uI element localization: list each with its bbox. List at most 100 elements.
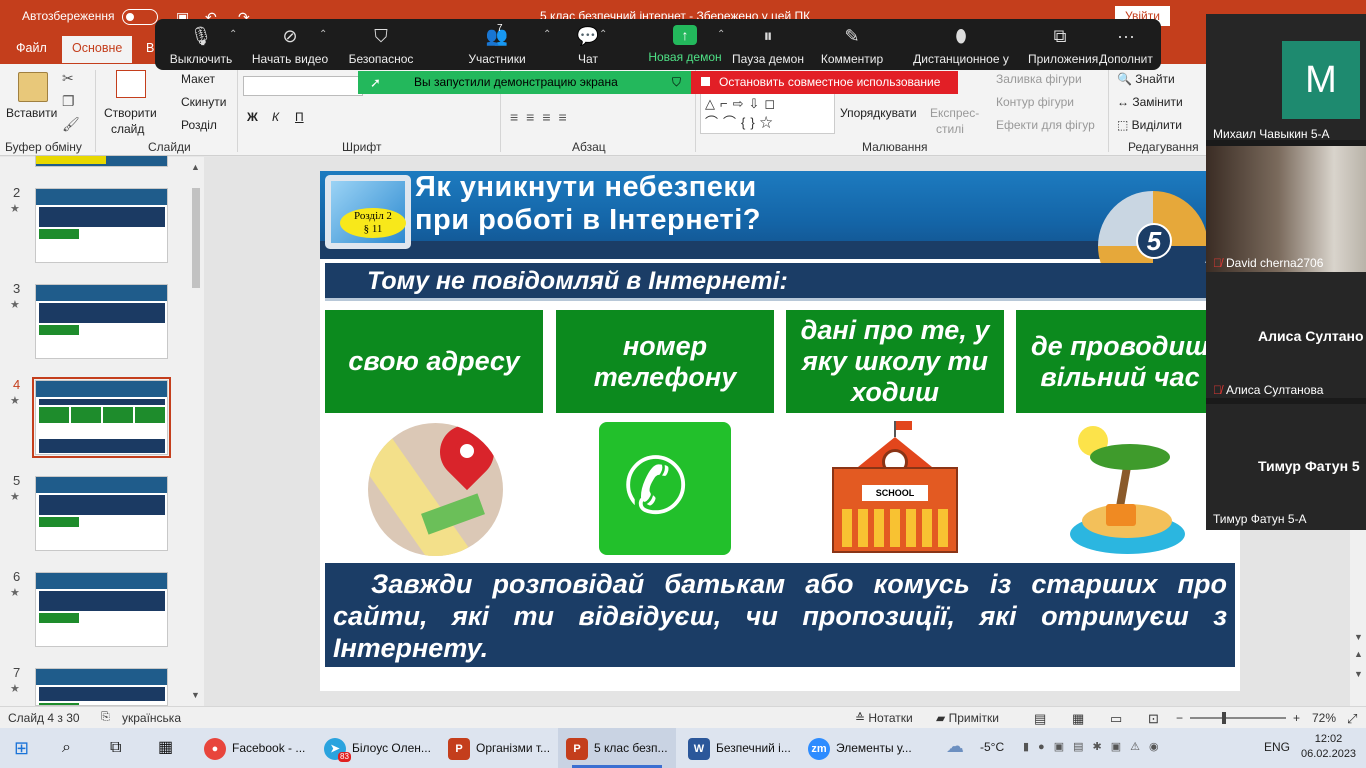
- slideshow-icon[interactable]: ⊡: [1148, 711, 1159, 727]
- quick-styles-button-2[interactable]: стилі: [936, 122, 964, 136]
- zoom-button-label: Комментир: [820, 52, 884, 66]
- replace-label: Замінити: [1132, 95, 1183, 109]
- language-indicator[interactable]: українська: [122, 711, 181, 725]
- shape-outline-button[interactable]: Контур фігури: [996, 95, 1074, 109]
- participant-tile-3[interactable]: Алиса Султано 🎙̸ Алиса Султанова: [1206, 272, 1366, 398]
- slide-sorter-icon[interactable]: ▦: [1072, 711, 1084, 727]
- participant-tile-1[interactable]: М Михаил Чавыкин 5-А: [1206, 14, 1366, 141]
- autosave-toggle[interactable]: [122, 9, 158, 25]
- clock[interactable]: 12:02 06.02.2023: [1301, 733, 1356, 760]
- slide-thumbnail-1[interactable]: [35, 155, 168, 167]
- chevron-up-icon[interactable]: ⌃: [319, 29, 327, 40]
- chevron-up-icon[interactable]: ⌃: [543, 29, 551, 40]
- weather-temp[interactable]: -5°C: [980, 740, 1004, 754]
- new-slide-button[interactable]: Створити: [104, 106, 157, 120]
- zoom-pen-button[interactable]: ✎ Комментир: [815, 19, 889, 70]
- taskbar-app-2[interactable]: ➤ Білоус Олен... 83: [316, 728, 436, 768]
- zoom-shield-button[interactable]: ⛉ Безопаснос: [337, 19, 425, 70]
- zoom-participants-button[interactable]: 👥 Участники 7 ⌃: [437, 19, 557, 70]
- taskbar-app-6[interactable]: zm Элементы у...: [800, 728, 918, 768]
- zoom-slider[interactable]: [1190, 717, 1286, 719]
- zoom-mouse-button[interactable]: ⬮ Дистанционное у: [895, 19, 1027, 70]
- section-button[interactable]: Розділ: [181, 118, 217, 132]
- taskbar-app-1[interactable]: ● Facebook - ...: [196, 728, 312, 768]
- zoom-microphone-button[interactable]: 🎙 Выключить ⌃: [159, 19, 243, 70]
- slide-thumbnail-6[interactable]: [35, 572, 168, 647]
- shape-effects-button[interactable]: Ефекти для фігур: [996, 118, 1095, 132]
- fit-to-window-icon[interactable]: ⤢: [1347, 711, 1357, 727]
- thumbnail-scrollbar[interactable]: ▲ ▼: [188, 160, 204, 706]
- zoom-level[interactable]: 72%: [1312, 711, 1336, 725]
- align-icons[interactable]: ≡≡≡≡: [510, 109, 575, 125]
- spellcheck-icon[interactable]: ⎘: [101, 711, 110, 724]
- paragraph-group-label: Абзац: [572, 140, 606, 154]
- clock-time: 12:02: [1314, 733, 1343, 745]
- reset-button[interactable]: Скинути: [181, 95, 226, 109]
- underline-button[interactable]: П: [295, 110, 304, 124]
- font-name-field[interactable]: [243, 76, 363, 96]
- bold-button[interactable]: Ж: [247, 110, 258, 124]
- zoom-button-label: Новая демон: [648, 50, 722, 64]
- slide-thumbnail-4[interactable]: [32, 377, 171, 458]
- slide-4[interactable]: Розділ 2 § 11 Як уникнути небезпеки при …: [320, 171, 1240, 691]
- taskbar-app-3[interactable]: P Організми т...: [440, 728, 556, 768]
- chevron-up-icon[interactable]: ⌃: [599, 29, 607, 40]
- participant-tile-2[interactable]: 🎙̸ David cherna2706: [1206, 146, 1366, 272]
- zoom-button-label: Начать видео: [251, 52, 329, 66]
- input-language[interactable]: ENG: [1264, 740, 1290, 754]
- zoom-apps-button[interactable]: ⧉ Приложения: [1028, 19, 1098, 70]
- new-slide-icon[interactable]: [116, 70, 146, 98]
- calculator-icon[interactable]: ▦: [158, 728, 173, 768]
- quick-styles-button[interactable]: Експрес-: [930, 106, 979, 120]
- zoom-in-icon[interactable]: +: [1293, 711, 1300, 725]
- zoom-chat-button[interactable]: 💬 Чат ⌃: [563, 19, 613, 70]
- transition-star-icon: ★: [10, 587, 20, 599]
- taskbar-app-5[interactable]: W Безпечний і...: [680, 728, 798, 768]
- zoom-slider-thumb[interactable]: [1222, 712, 1226, 724]
- slide-thumbnail-7[interactable]: [35, 668, 168, 706]
- cut-icon[interactable]: ✂: [62, 70, 74, 87]
- shape-fill-button[interactable]: Заливка фігури: [996, 72, 1082, 86]
- taskbar-app-4[interactable]: P 5 клас безп...: [558, 728, 676, 768]
- task-view-icon[interactable]: ⧉: [110, 728, 121, 768]
- chevron-up-icon[interactable]: ⌃: [229, 29, 237, 40]
- slide-thumbnail-5[interactable]: [35, 476, 168, 551]
- slide-thumbnail-2[interactable]: [35, 188, 168, 263]
- italic-button[interactable]: К: [272, 110, 279, 124]
- replace-button[interactable]: ↔ Замінити: [1117, 95, 1183, 109]
- box-address: свою адресу: [325, 310, 543, 413]
- stop-sharing-button[interactable]: Остановить совместное использование: [691, 71, 958, 94]
- reading-view-icon[interactable]: ▭: [1110, 711, 1122, 727]
- tab-insert[interactable]: В: [146, 41, 154, 55]
- system-tray-icons[interactable]: ▮●▣▤✱▣⚠◉: [1023, 740, 1168, 753]
- normal-view-icon[interactable]: ▤: [1034, 711, 1046, 727]
- shapes-gallery[interactable]: △⌐⇨⇩◻ ⌒⌒{}☆: [700, 92, 835, 134]
- format-painter-icon[interactable]: 🖌: [62, 116, 80, 133]
- clipboard-group-label: Буфер обміну: [5, 140, 82, 154]
- zoom-video-off-button[interactable]: ⊘ Начать видео ⌃: [247, 19, 333, 70]
- chevron-up-icon[interactable]: ⌃: [717, 29, 725, 40]
- zoom-button-label: Пауза демон: [732, 52, 804, 66]
- select-button[interactable]: ⬚ Виділити: [1117, 118, 1182, 132]
- start-icon[interactable]: ⊞: [14, 728, 29, 768]
- zoom-pause-button[interactable]: ⏸ Пауза демон: [729, 19, 807, 70]
- tab-file[interactable]: Файл: [16, 41, 47, 55]
- participant-tile-4[interactable]: Тимур Фатун 5 Тимур Фатун 5-А: [1206, 404, 1366, 530]
- tab-home[interactable]: Основне: [62, 36, 133, 63]
- comments-button[interactable]: ▰ Примітки: [936, 711, 999, 725]
- zoom-share-screen-button[interactable]: ↑ Новая демон ⌃: [639, 19, 731, 70]
- participant-avatar: М: [1282, 41, 1360, 119]
- copy-icon[interactable]: ❐: [62, 93, 75, 110]
- slide-thumbnail-3[interactable]: [35, 284, 168, 359]
- layout-button[interactable]: Макет: [181, 72, 215, 86]
- arrange-button[interactable]: Упорядкувати: [840, 106, 917, 120]
- new-slide-button-2[interactable]: слайд: [111, 122, 144, 136]
- paste-icon[interactable]: [18, 72, 48, 102]
- transition-star-icon: ★: [10, 299, 20, 311]
- search-icon[interactable]: ⌕: [62, 728, 71, 768]
- paste-button[interactable]: Вставити: [6, 106, 57, 120]
- zoom-more-button[interactable]: ··· Дополнит: [1093, 19, 1159, 70]
- zoom-out-icon[interactable]: −: [1176, 711, 1183, 725]
- notes-button[interactable]: ≙ Нотатки: [855, 711, 913, 725]
- find-button[interactable]: 🔍 Знайти: [1117, 72, 1175, 86]
